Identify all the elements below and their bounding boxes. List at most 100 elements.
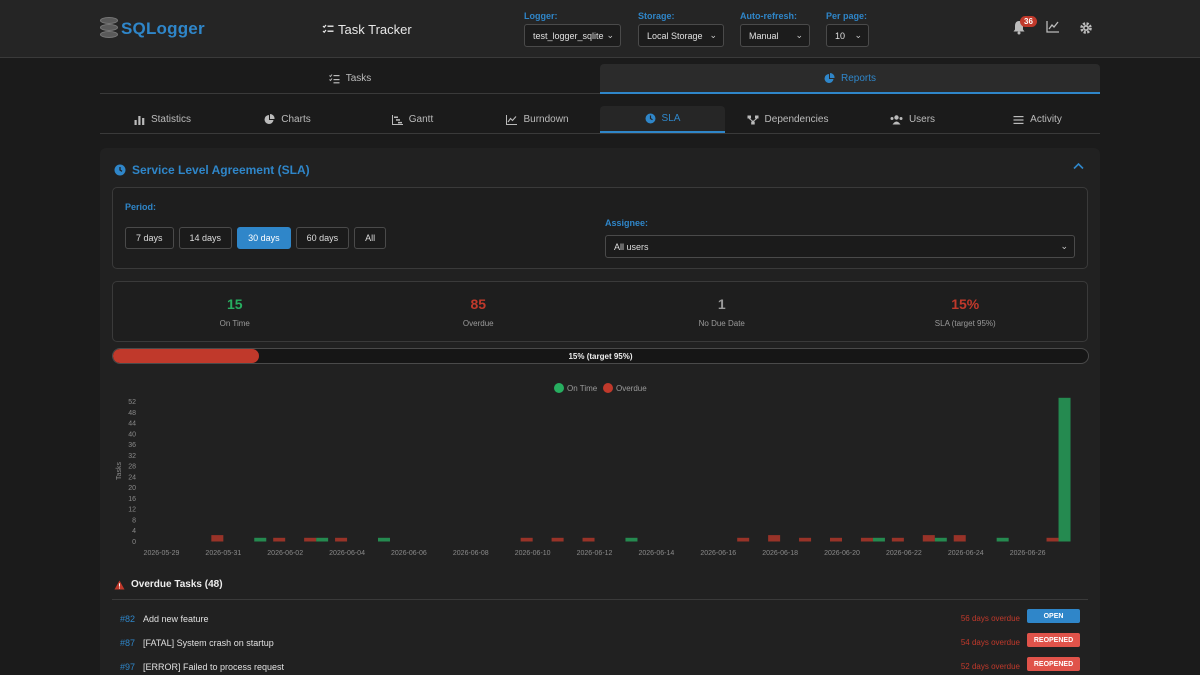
tab-users[interactable]: Users	[850, 106, 975, 133]
stat-overdue: 85 Overdue	[357, 282, 601, 341]
tab-tasks-label: Tasks	[345, 73, 372, 84]
chevron-up-icon[interactable]	[1073, 162, 1084, 170]
chart-bar	[378, 537, 390, 542]
chart-bar	[582, 537, 595, 542]
x-tick-label: 2026-06-04	[329, 550, 365, 557]
x-tick-label: 2026-06-06	[391, 550, 427, 557]
x-tick-label: 2026-06-22	[886, 550, 922, 557]
pie-chart-icon	[824, 72, 835, 83]
y-tick-label: 28	[128, 464, 136, 471]
refresh-select[interactable]: Manual ⌄	[740, 24, 810, 47]
chart-bar	[872, 537, 885, 542]
task-title[interactable]: [ERROR] Failed to process request	[143, 662, 284, 672]
tab-reports[interactable]: Reports	[600, 64, 1100, 94]
tab-sla-label: SLA	[661, 113, 681, 124]
y-tick-label: 12	[128, 507, 136, 514]
stat-no-due-date: 1 No Due Date	[600, 282, 844, 341]
sla-progress-text: 15% (target 95%)	[568, 351, 633, 361]
chart-bar	[1058, 397, 1071, 542]
app-title-text: Task Tracker	[338, 22, 412, 37]
chart-bar	[860, 537, 873, 542]
logger-label: Logger:	[524, 11, 558, 21]
list-check-icon	[328, 73, 340, 83]
chart-bar	[316, 537, 329, 542]
x-tick-label: 2026-05-31	[205, 550, 241, 557]
users-icon	[890, 114, 903, 124]
stat-sla-percent: 15% SLA (target 95%)	[844, 282, 1088, 341]
chart-bar	[1046, 537, 1059, 542]
period-all-button[interactable]: All	[354, 227, 387, 249]
storage-control: Storage: Local Storage ⌄	[638, 11, 724, 47]
task-overdue-days: 56 days overdue	[960, 614, 1020, 623]
storage-select[interactable]: Local Storage ⌄	[638, 24, 724, 47]
period-7-days-button[interactable]: 7 days	[125, 227, 174, 249]
chart-bar	[254, 537, 267, 542]
period-30-days-button[interactable]: 30 days	[237, 227, 291, 249]
chart-bar	[335, 537, 348, 542]
legend-swatch	[554, 383, 564, 393]
x-tick-label: 2026-06-16	[700, 550, 736, 557]
tab-tasks[interactable]: Tasks	[100, 64, 600, 94]
x-tick-label: 2026-06-12	[577, 550, 613, 557]
line-chart-icon	[506, 114, 518, 125]
overdue-task-row[interactable]: #87 [FATAL] System crash on startup 54 d…	[112, 632, 1088, 656]
logger-value: test_logger_sqlite	[533, 30, 604, 41]
tab-activity[interactable]: Activity	[975, 106, 1100, 133]
tab-dependencies[interactable]: Dependencies	[725, 106, 850, 133]
y-axis-label: Tasks	[116, 462, 123, 480]
stat-label: No Due Date	[698, 319, 745, 328]
per-page-select[interactable]: 10 ⌄	[826, 24, 869, 47]
database-icon	[100, 16, 120, 42]
tab-gantt[interactable]: Gantt	[350, 106, 475, 133]
y-tick-label: 48	[128, 410, 136, 417]
tab-reports-label: Reports	[840, 72, 876, 84]
chevron-down-icon: ⌄	[1060, 241, 1068, 251]
x-tick-label: 2026-06-18	[762, 550, 798, 557]
sla-panel: Service Level Agreement (SLA) Period: 7 …	[100, 148, 1100, 675]
overdue-task-row[interactable]: #97 [ERROR] Failed to process request 52…	[112, 656, 1088, 675]
period-label: Period:	[125, 202, 157, 212]
task-overdue-days: 52 days overdue	[960, 662, 1020, 671]
tab-dependencies-label: Dependencies	[764, 114, 829, 125]
legend-label: Overdue	[616, 384, 647, 393]
tab-statistics[interactable]: Statistics	[100, 106, 225, 133]
period-14-days-button[interactable]: 14 days	[178, 227, 233, 249]
x-tick-label: 2026-06-02	[267, 550, 303, 557]
status-badge: OPEN	[1027, 609, 1080, 623]
logger-select[interactable]: test_logger_sqlite ⌄	[524, 24, 621, 47]
stat-value: 85	[470, 296, 487, 312]
tab-charts-label: Charts	[281, 114, 311, 125]
task-id-link[interactable]: #97	[120, 662, 135, 672]
legend-swatch	[603, 383, 613, 393]
task-title[interactable]: [FATAL] System crash on startup	[143, 638, 274, 648]
task-id-link[interactable]: #87	[120, 638, 135, 648]
tab-sla[interactable]: SLA	[600, 106, 725, 133]
notification-badge: 36	[1020, 16, 1037, 27]
x-tick-label: 2026-06-26	[1010, 550, 1046, 557]
task-id-link[interactable]: #82	[120, 614, 135, 624]
gear-icon[interactable]	[1079, 21, 1093, 35]
y-tick-label: 8	[132, 517, 136, 524]
tab-burndown-label: Burndown	[523, 114, 569, 125]
tab-charts[interactable]: Charts	[225, 106, 350, 133]
divider	[112, 599, 1088, 600]
network-icon	[747, 115, 759, 124]
assignee-select[interactable]: All users ⌄	[605, 235, 1075, 258]
tab-burndown[interactable]: Burndown	[475, 106, 600, 133]
per-page-control: Per page: 10 ⌄	[826, 11, 869, 47]
chart-bar	[891, 537, 904, 542]
y-tick-label: 44	[128, 421, 136, 428]
period-60-days-button[interactable]: 60 days	[295, 227, 350, 249]
chart-bar	[996, 537, 1009, 542]
chevron-down-icon: ⌄	[795, 30, 803, 40]
chart-bar	[273, 537, 286, 542]
status-badge: REOPENED	[1027, 633, 1080, 647]
chart-line-icon[interactable]	[1046, 20, 1060, 33]
task-title[interactable]: Add new feature	[143, 614, 209, 624]
warning-icon	[114, 580, 125, 589]
overdue-task-row[interactable]: #82 Add new feature 56 days overdue OPEN	[112, 608, 1088, 632]
storage-label: Storage:	[638, 11, 675, 21]
stat-label: Overdue	[462, 319, 494, 328]
y-tick-label: 32	[128, 453, 136, 460]
app-logo[interactable]: SQLogger	[100, 14, 205, 44]
